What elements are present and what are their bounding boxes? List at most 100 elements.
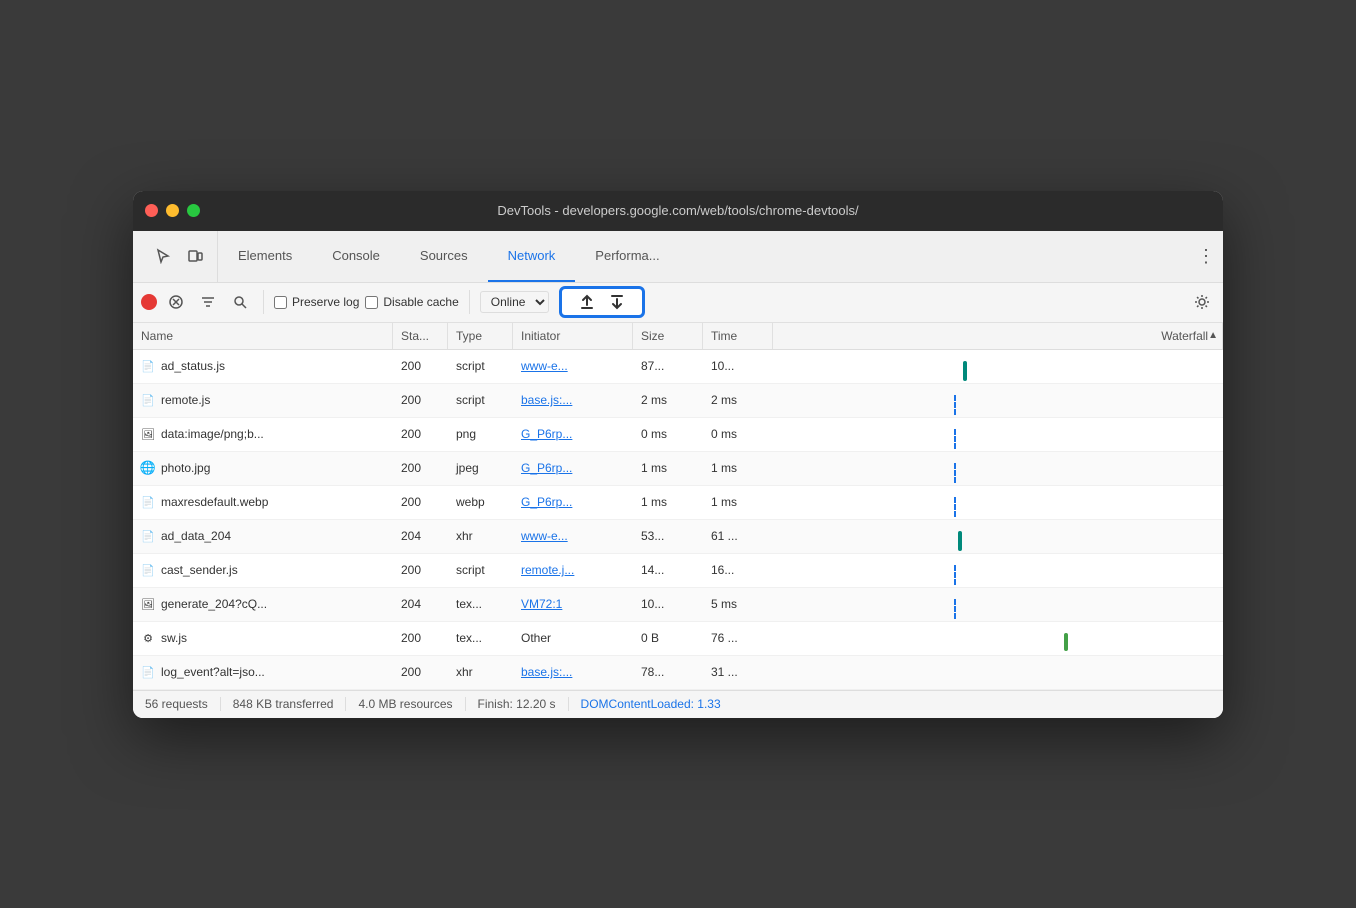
header-initiator[interactable]: Initiator (513, 323, 633, 349)
sort-icon: ▲ (1208, 330, 1218, 341)
header-name[interactable]: Name (133, 323, 393, 349)
row-initiator: remote.j... (513, 559, 633, 581)
table-row[interactable]: 📄 remote.js 200 script base.js:... 2 ms … (133, 384, 1223, 418)
row-name: ⚙ sw.js (133, 626, 393, 650)
table-row[interactable]: 🌐 photo.jpg 200 jpeg G_P6rp... 1 ms 1 ms (133, 452, 1223, 486)
row-time: 31 ... (703, 661, 773, 683)
file-icon: 📄 (141, 664, 155, 680)
table-row[interactable]: 📄 maxresdefault.webp 200 webp G_P6rp... … (133, 486, 1223, 520)
table-header: Name Sta... Type Initiator Size Time Wat… (133, 323, 1223, 350)
row-status: 200 (393, 423, 448, 445)
maximize-button[interactable] (187, 204, 200, 217)
header-waterfall[interactable]: Waterfall ▲ (773, 323, 1223, 349)
file-icon: ⚙ (141, 630, 155, 646)
row-time: 10... (703, 355, 773, 377)
throttle-select[interactable]: Online (480, 291, 549, 313)
table-row[interactable]: 📄 cast_sender.js 200 script remote.j... … (133, 554, 1223, 588)
row-size: 53... (633, 525, 703, 547)
transferred-size: 848 KB transferred (221, 697, 347, 711)
row-name: 🌐 photo.jpg (133, 456, 393, 480)
filter-button[interactable] (195, 289, 221, 315)
row-type: png (448, 423, 513, 445)
header-size[interactable]: Size (633, 323, 703, 349)
inspect-element-button[interactable] (149, 242, 177, 270)
row-type: tex... (448, 627, 513, 649)
row-time: 2 ms (703, 389, 773, 411)
header-waterfall-label: Waterfall (1161, 329, 1208, 343)
table-row[interactable]: 🖼 data:image/png;b... 200 png G_P6rp... … (133, 418, 1223, 452)
preserve-log-input[interactable] (274, 296, 287, 309)
close-button[interactable] (145, 204, 158, 217)
table-row[interactable]: 📄 log_event?alt=jso... 200 xhr base.js:.… (133, 656, 1223, 690)
dom-content-loaded: DOMContentLoaded: 1.33 (569, 697, 733, 711)
download-button[interactable] (608, 293, 626, 311)
status-bar: 56 requests 848 KB transferred 4.0 MB re… (133, 690, 1223, 718)
file-icon: 📄 (141, 562, 155, 578)
tab-console[interactable]: Console (312, 231, 400, 282)
file-icon: 🖼 (141, 426, 155, 442)
toolbar-separator-1 (263, 290, 264, 314)
file-icon: 📄 (141, 358, 155, 374)
tab-network[interactable]: Network (488, 231, 576, 282)
preserve-log-checkbox[interactable]: Preserve log (274, 295, 359, 309)
row-status: 204 (393, 525, 448, 547)
row-waterfall (773, 350, 1223, 384)
row-type: jpeg (448, 457, 513, 479)
row-time: 16... (703, 559, 773, 581)
device-icon (187, 248, 203, 264)
search-icon (232, 294, 248, 310)
clear-button[interactable] (163, 289, 189, 315)
upload-icon (578, 293, 596, 311)
window-title: DevTools - developers.google.com/web/too… (497, 203, 858, 218)
row-status: 200 (393, 389, 448, 411)
disable-cache-input[interactable] (365, 296, 378, 309)
row-time: 76 ... (703, 627, 773, 649)
header-time[interactable]: Time (703, 323, 773, 349)
row-name: 🖼 data:image/png;b... (133, 422, 393, 446)
row-waterfall (773, 553, 1223, 587)
minimize-button[interactable] (166, 204, 179, 217)
clear-icon (168, 294, 184, 310)
row-status: 200 (393, 661, 448, 683)
disable-cache-label: Disable cache (383, 295, 458, 309)
header-type[interactable]: Type (448, 323, 513, 349)
table-row[interactable]: 📄 ad_data_204 204 xhr www-e... 53... 61 … (133, 520, 1223, 554)
cursor-icon (155, 248, 171, 264)
devtools-window: DevTools - developers.google.com/web/too… (133, 191, 1223, 718)
row-waterfall (773, 655, 1223, 689)
table-row[interactable]: 📄 ad_status.js 200 script www-e... 87...… (133, 350, 1223, 384)
row-name: 📄 maxresdefault.webp (133, 490, 393, 514)
row-waterfall (773, 519, 1223, 553)
row-status: 200 (393, 457, 448, 479)
tab-performance[interactable]: Performa... (575, 231, 679, 282)
row-type: script (448, 355, 513, 377)
row-status: 204 (393, 593, 448, 615)
disable-cache-checkbox[interactable]: Disable cache (365, 295, 458, 309)
file-icon: 📄 (141, 392, 155, 408)
tab-sources[interactable]: Sources (400, 231, 488, 282)
device-toolbar-button[interactable] (181, 242, 209, 270)
table-row[interactable]: ⚙ sw.js 200 tex... Other 0 B 76 ... (133, 622, 1223, 656)
file-icon: 🖼 (141, 596, 155, 612)
row-waterfall (773, 621, 1223, 655)
tab-elements[interactable]: Elements (218, 231, 312, 282)
row-initiator: base.js:... (513, 661, 633, 683)
row-status: 200 (393, 559, 448, 581)
header-status[interactable]: Sta... (393, 323, 448, 349)
row-size: 14... (633, 559, 703, 581)
row-size: 87... (633, 355, 703, 377)
preserve-log-label: Preserve log (292, 295, 359, 309)
search-button[interactable] (227, 289, 253, 315)
tabs-container: Elements Console Sources Network Perform… (218, 231, 680, 282)
more-tabs-button[interactable]: ⋮ (1189, 231, 1223, 282)
row-waterfall (773, 417, 1223, 451)
row-type: tex... (448, 593, 513, 615)
row-status: 200 (393, 627, 448, 649)
row-size: 1 ms (633, 457, 703, 479)
record-button[interactable] (141, 294, 157, 310)
upload-button[interactable] (578, 293, 596, 311)
table-row[interactable]: 🖼 generate_204?cQ... 204 tex... VM72:1 1… (133, 588, 1223, 622)
row-name: 🖼 generate_204?cQ... (133, 592, 393, 616)
settings-button[interactable] (1189, 289, 1215, 315)
row-size: 78... (633, 661, 703, 683)
